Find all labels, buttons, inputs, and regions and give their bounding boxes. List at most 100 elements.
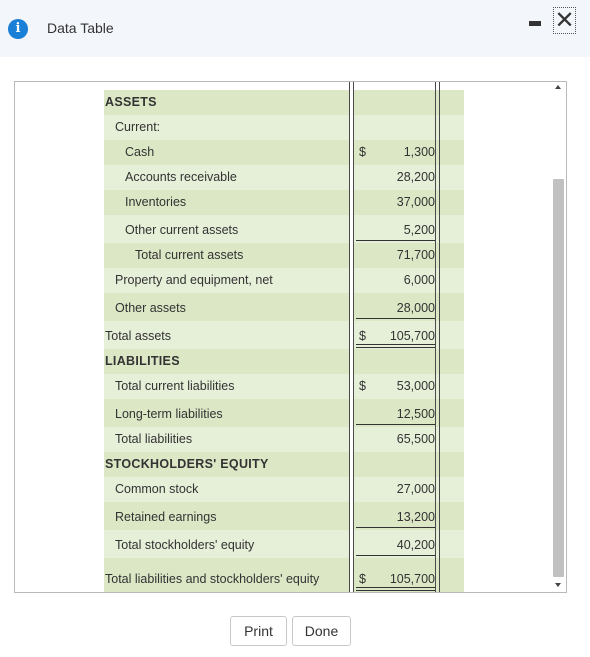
row-label: Total stockholders' equity — [115, 538, 255, 552]
table-row: Total current assets 71,700 — [104, 243, 464, 268]
row-amount-cell — [354, 349, 464, 374]
column-divider — [439, 82, 440, 592]
row-label: Long-term liabilities — [115, 407, 223, 421]
row-amount-cell: $105,700 — [354, 558, 464, 592]
close-icon: ✕ — [554, 6, 575, 34]
amount-value: 65,500 — [396, 432, 435, 446]
row-label-cell: Common stock — [104, 477, 349, 502]
amount-value: 28,000 — [396, 301, 435, 315]
row-label: Property and equipment, net — [115, 273, 273, 287]
row-label-cell: Other current assets — [104, 215, 349, 243]
table-row: Total liabilities and stockholders' equi… — [104, 558, 464, 592]
amount-value: 105,700 — [389, 329, 435, 343]
print-button[interactable]: Print — [230, 616, 287, 646]
row-label: Other assets — [115, 301, 186, 315]
amount-value: 12,500 — [396, 407, 435, 421]
scrollbar-thumb[interactable] — [553, 179, 564, 577]
amount-value: 71,700 — [396, 248, 435, 262]
total-double-underline — [356, 587, 436, 591]
minimize-button[interactable] — [526, 10, 544, 32]
row-amount-cell — [354, 115, 464, 140]
row-amount-cell: 71,700 — [354, 243, 464, 268]
row-amount-cell — [354, 90, 464, 115]
amount-value: 27,000 — [396, 482, 435, 496]
row-label: ASSETS — [105, 95, 157, 109]
dialog-title: Data Table — [47, 20, 114, 36]
row-label-cell: STOCKHOLDERS' EQUITY — [104, 452, 349, 477]
row-label: Retained earnings — [115, 510, 217, 524]
row-amount-cell: $105,700 — [354, 321, 464, 349]
row-label-cell: Accounts receivable — [104, 165, 349, 190]
row-label: Total assets — [105, 329, 172, 343]
table-row: Current: — [104, 115, 464, 140]
table-row: Total current liabilities $53,000 — [104, 374, 464, 399]
row-label: Current: — [115, 120, 161, 134]
row-label-cell: Current: — [104, 115, 349, 140]
row-label: Accounts receivable — [125, 170, 237, 184]
table-row: Property and equipment, net 6,000 — [104, 268, 464, 293]
row-label: Other current assets — [125, 223, 239, 237]
amount-value: 105,700 — [389, 572, 435, 586]
row-label: Total current assets — [135, 248, 244, 262]
table-row: Other current assets 5,200 — [104, 215, 464, 243]
row-amount-cell: 28,200 — [354, 165, 464, 190]
row-amount-cell: 40,200 — [354, 530, 464, 558]
amount-value: 28,200 — [396, 170, 435, 184]
table-row: STOCKHOLDERS' EQUITY — [104, 452, 464, 477]
scroll-down-arrow-icon[interactable] — [555, 583, 561, 587]
table-row: Common stock 27,000 — [104, 477, 464, 502]
row-amount-cell: 65,500 — [354, 427, 464, 452]
row-label: STOCKHOLDERS' EQUITY — [105, 457, 269, 471]
row-amount-cell — [354, 452, 464, 477]
row-label: LIABILITIES — [105, 354, 180, 368]
row-amount-cell: 6,000 — [354, 268, 464, 293]
done-button[interactable]: Done — [292, 616, 351, 646]
subtotal-underline — [356, 555, 436, 556]
row-label-cell: Total stockholders' equity — [104, 530, 349, 558]
amount-value: 5,200 — [403, 223, 435, 237]
amount-value: 6,000 — [403, 273, 435, 287]
table-row: Cash $1,300 — [104, 140, 464, 165]
row-label: Total liabilities and stockholders' equi… — [105, 572, 320, 586]
amount-value: 13,200 — [396, 510, 435, 524]
row-amount-cell: $1,300 — [354, 140, 464, 165]
row-amount-cell: 13,200 — [354, 502, 464, 530]
data-table-frame: Total liabilities and stockholders' equi… — [14, 81, 567, 593]
row-amount-cell: 12,500 — [354, 399, 464, 427]
row-label: Inventories — [125, 195, 187, 209]
row-amount-cell: 27,000 — [354, 477, 464, 502]
row-label: Cash — [125, 145, 155, 159]
scroll-up-arrow-icon[interactable] — [555, 85, 561, 89]
row-label-cell: Total liabilities and stockholders' equi… — [104, 558, 349, 592]
table-row: ASSETS — [104, 90, 464, 115]
amount-value: 40,200 — [396, 538, 435, 552]
table-row: Total assets $105,700 — [104, 321, 464, 349]
table-row: LIABILITIES — [104, 349, 464, 374]
row-label-cell: Total current assets — [104, 243, 349, 268]
row-label-cell: Total current liabilities — [104, 374, 349, 399]
subtotal-underline — [356, 318, 436, 319]
row-label-cell: Total liabilities — [104, 427, 349, 452]
row-amount-cell: 28,000 — [354, 293, 464, 321]
row-label: Total current liabilities — [115, 379, 235, 393]
row-label-cell: Inventories — [104, 190, 349, 215]
column-divider — [435, 82, 436, 592]
minimize-icon — [529, 21, 541, 26]
row-amount-cell: $53,000 — [354, 374, 464, 399]
table-row: Long-term liabilities 12,500 — [104, 399, 464, 427]
row-label-cell: Property and equipment, net — [104, 268, 349, 293]
dollar-sign: $ — [359, 572, 366, 586]
vertical-scrollbar[interactable] — [551, 82, 566, 592]
row-label-cell: Total assets — [104, 321, 349, 349]
column-divider — [349, 82, 350, 592]
table-row: Total stockholders' equity 40,200 — [104, 530, 464, 558]
row-amount-cell: 5,200 — [354, 215, 464, 243]
table-row: Other assets 28,000 — [104, 293, 464, 321]
total-double-underline — [356, 344, 436, 348]
dollar-sign: $ — [359, 329, 366, 343]
dollar-sign: $ — [359, 379, 366, 393]
close-button[interactable]: ✕ — [553, 7, 576, 34]
table-row: Accounts receivable 28,200 — [104, 165, 464, 190]
info-icon: i — [8, 19, 28, 39]
row-label-cell: LIABILITIES — [104, 349, 349, 374]
